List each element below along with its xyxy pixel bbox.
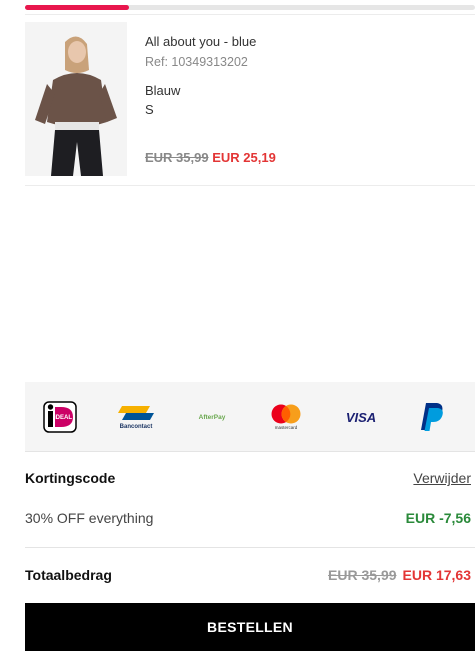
afterpay-icon: AfterPay [198,413,226,421]
paypal-icon [415,400,449,434]
product-name[interactable]: All about you - blue [145,34,256,49]
product-photo-icon [25,22,127,176]
discount-row: 30% OFF everything EUR -7,56 [25,510,475,526]
order-button[interactable]: BESTELLEN [25,603,475,651]
product-ref: Ref: 10349313202 [145,55,248,69]
total-old-price: EUR 35,99 [328,567,397,583]
checkout-progress-fill [25,5,129,10]
bancontact-icon: Bancontact [111,400,161,434]
ideal-icon: iDEAL [42,400,78,434]
product-image[interactable] [25,22,127,176]
mastercard-icon: mastercard [265,400,307,434]
discount-heading-row: Kortingscode Verwijder [25,470,475,486]
discount-heading: Kortingscode [25,470,116,486]
product-old-price: EUR 35,99 [145,150,209,165]
cart-item: All about you - blue Ref: 10349313202 Bl… [25,22,475,186]
product-new-price: EUR 25,19 [212,150,276,165]
divider [25,547,475,548]
svg-text:iDEAL: iDEAL [54,415,72,421]
checkout-progress-bar [25,5,475,10]
product-price: EUR 35,99 EUR 25,19 [145,150,276,165]
discount-description: 30% OFF everything [25,510,154,526]
product-info: All about you - blue Ref: 10349313202 Bl… [145,34,256,117]
product-color: Blauw [145,83,181,98]
remove-discount-link[interactable]: Verwijder [413,470,471,486]
visa-icon: VISA [345,409,377,425]
total-prices: EUR 35,99 EUR 17,63 [328,567,471,583]
payment-methods: iDEAL Bancontact AfterPay mastercard VIS… [25,382,475,452]
total-row: Totaalbedrag EUR 35,99 EUR 17,63 [25,567,475,583]
product-size: S [145,102,154,117]
divider [25,14,475,15]
discount-amount: EUR -7,56 [405,510,471,526]
total-new-price: EUR 17,63 [402,567,471,583]
total-label: Totaalbedrag [25,567,112,583]
